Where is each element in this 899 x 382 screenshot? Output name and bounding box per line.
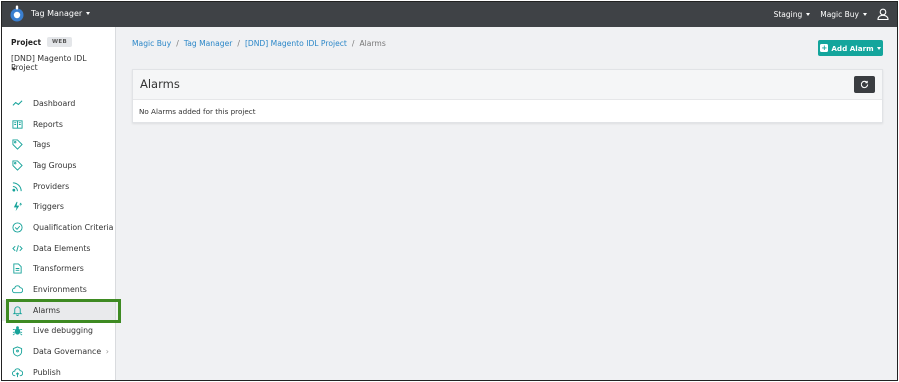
plus-icon: + [820,44,829,52]
user-profile-icon[interactable] [877,8,889,20]
sidebar-item-label: Qualification Criteria [33,222,114,232]
main-content: Magic Buy / Tag Manager / [DND] Magento … [117,27,897,380]
sidebar-item-live-debugging[interactable]: Live debugging [2,321,115,342]
bolt-icon [11,201,23,213]
card-header: Alarms [133,70,882,100]
top-navbar: Tag Manager Staging Magic Buy [2,2,897,27]
cloud-icon [11,284,23,296]
app-switcher-dropdown[interactable]: Tag Manager [31,9,91,18]
empty-state-message: No Alarms added for this project [139,107,256,116]
breadcrumb-link-project[interactable]: [DND] Magento IDL Project [245,39,347,48]
document-icon [11,263,23,275]
sidebar-item-label: Live debugging [33,326,93,336]
breadcrumb-link-account[interactable]: Magic Buy [132,39,171,48]
sidebar-item-triggers[interactable]: Triggers [2,196,115,217]
sidebar-item-label: Reports [33,119,63,129]
chevron-down-icon [806,12,811,16]
sidebar-item-providers[interactable]: Providers [2,176,115,197]
breadcrumb-separator: / [176,39,179,48]
check-circle-icon [11,221,23,233]
alarms-card: Alarms No Alarms added for this project [132,69,883,123]
project-selector[interactable]: [DND] Magento IDL Project [11,54,111,72]
sidebar-item-label: Dashboard [33,98,76,108]
highlight-annotation [6,299,121,323]
sidebar-nav: Dashboard Reports Tags Tag Groups Provid… [2,93,115,380]
sidebar-item-reports[interactable]: Reports [2,114,115,135]
breadcrumb-current: Alarms [359,39,386,48]
breadcrumb: Magic Buy / Tag Manager / [DND] Magento … [132,39,386,48]
page-title: Alarms [140,77,180,91]
chevron-down-icon[interactable] [12,68,16,71]
sidebar-item-dashboard[interactable]: Dashboard [2,93,115,114]
sidebar-item-label: Data Elements [33,243,91,253]
sidebar-item-qualification-criteria[interactable]: Qualification Criteria [2,217,115,238]
environment-label: Staging [773,9,803,19]
project-type-badge: WEB [47,37,72,47]
shield-icon [11,346,23,358]
sidebar-item-label: Triggers [33,202,64,212]
tags-icon [11,159,23,171]
cloud-upload-icon [11,366,23,378]
book-icon [11,118,23,130]
bug-icon [11,325,23,337]
sidebar-item-label: Environments [33,285,87,295]
chevron-down-icon [863,12,867,16]
chevron-right-icon: › [105,347,109,357]
sidebar-item-label: Tag Groups [33,160,77,170]
chart-line-icon [11,97,23,109]
sidebar-item-tags[interactable]: Tags [2,134,115,155]
breadcrumb-separator: / [237,39,240,48]
sidebar-item-label: Transformers [33,264,84,274]
project-label: Project [11,37,42,47]
breadcrumb-link-app[interactable]: Tag Manager [184,39,233,48]
sidebar-item-publish[interactable]: Publish [2,362,115,380]
code-icon [11,242,23,254]
account-label: Magic Buy [820,9,859,19]
sidebar-item-data-governance[interactable]: Data Governance › [2,341,115,362]
chevron-down-icon [86,12,91,15]
app-logo-icon[interactable] [9,5,25,23]
refresh-button[interactable] [854,76,875,93]
app-window: Tag Manager Staging Magic Buy Project WE… [1,1,898,381]
rss-icon [11,180,23,192]
sidebar-item-transformers[interactable]: Transformers [2,259,115,280]
sidebar-item-label: Publish [33,367,61,377]
sidebar-item-environments[interactable]: Environments [2,279,115,300]
sidebar-item-label: Providers [33,181,70,191]
breadcrumb-separator: / [351,39,355,48]
chevron-down-icon [876,46,881,50]
sidebar: Project WEB [DND] Magento IDL Project Da… [2,27,116,380]
app-name: Tag Manager [31,9,83,18]
sidebar-item-label: Data Governance [33,347,102,357]
sidebar-item-label: Tags [33,140,51,150]
sidebar-item-tag-groups[interactable]: Tag Groups [2,155,115,176]
add-alarm-button[interactable]: + Add Alarm [818,40,883,56]
tag-icon [11,139,23,151]
refresh-icon [860,80,869,89]
sidebar-item-data-elements[interactable]: Data Elements [2,238,115,259]
environment-dropdown[interactable]: Staging [774,10,811,19]
account-dropdown[interactable]: Magic Buy [820,10,867,19]
add-alarm-label: Add Alarm [831,43,874,53]
